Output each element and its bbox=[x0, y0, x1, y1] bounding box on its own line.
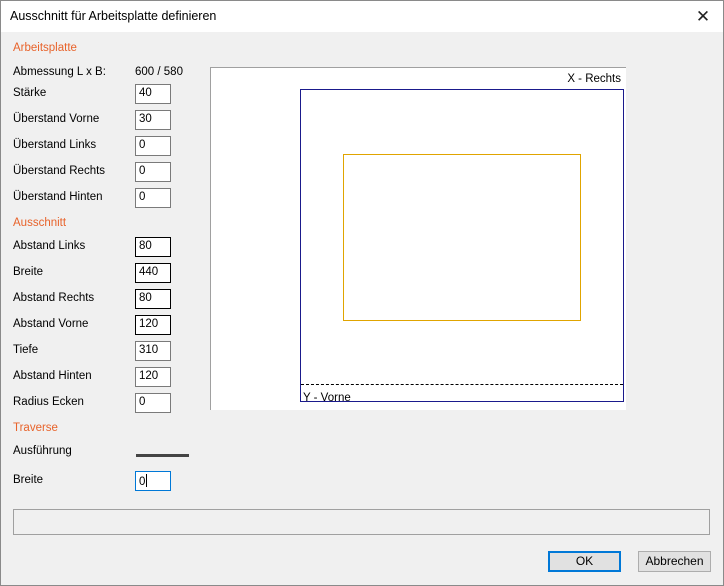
ausfuehrung-label: Ausführung bbox=[13, 445, 72, 457]
y-axis-label: Y - Vorne bbox=[303, 392, 351, 404]
abstand-hinten-label: Abstand Hinten bbox=[13, 370, 92, 382]
ueberstand-links-label: Überstand Links bbox=[13, 139, 97, 151]
abstand-rechts-input[interactable]: 80 bbox=[135, 289, 171, 309]
ueberstand-links-input[interactable]: 0 bbox=[135, 136, 171, 156]
abstand-links-label: Abstand Links bbox=[13, 240, 86, 252]
tiefe-label: Tiefe bbox=[13, 344, 39, 356]
abstand-hinten-input[interactable]: 120 bbox=[135, 367, 171, 387]
dialog-title: Ausschnitt für Arbeitsplatte definieren bbox=[10, 9, 217, 23]
title-bar: Ausschnitt für Arbeitsplatte definieren … bbox=[1, 1, 723, 32]
breite-label: Breite bbox=[13, 266, 44, 278]
section-traverse: Traverse bbox=[13, 422, 58, 434]
traverse-breite-input[interactable]: 0 bbox=[135, 471, 171, 491]
dialog-window: Ausschnitt für Arbeitsplatte definieren … bbox=[0, 0, 724, 586]
radius-ecken-input[interactable]: 0 bbox=[135, 393, 171, 413]
abmessung-value: 600 / 580 bbox=[135, 66, 183, 78]
ueberstand-vorne-input[interactable]: 30 bbox=[135, 110, 171, 130]
abstand-vorne-label: Abstand Vorne bbox=[13, 318, 89, 330]
staerke-label: Stärke bbox=[13, 87, 47, 99]
traverse-breite-value: 0 bbox=[139, 476, 146, 488]
section-arbeitsplatte: Arbeitsplatte bbox=[13, 42, 77, 54]
cutout-outline bbox=[343, 154, 581, 321]
x-axis-label: X - Rechts bbox=[567, 73, 621, 85]
ueberstand-hinten-label: Überstand Hinten bbox=[13, 191, 103, 203]
traverse-breite-label: Breite bbox=[13, 474, 44, 486]
staerke-input[interactable]: 40 bbox=[135, 84, 171, 104]
ok-button[interactable]: OK bbox=[548, 551, 621, 572]
front-edge-dashed-line bbox=[301, 384, 623, 385]
section-ausschnitt: Ausschnitt bbox=[13, 217, 67, 229]
abstand-vorne-input[interactable]: 120 bbox=[135, 315, 171, 335]
cancel-button[interactable]: Abbrechen bbox=[638, 551, 711, 572]
text-caret bbox=[146, 474, 148, 487]
close-icon[interactable]: ✕ bbox=[683, 1, 723, 32]
preview-canvas: X - Rechts Y - Vorne bbox=[210, 67, 626, 410]
tiefe-input[interactable]: 310 bbox=[135, 341, 171, 361]
radius-ecken-label: Radius Ecken bbox=[13, 396, 84, 408]
message-box bbox=[13, 509, 710, 535]
ueberstand-rechts-input[interactable]: 0 bbox=[135, 162, 171, 182]
abstand-rechts-label: Abstand Rechts bbox=[13, 292, 95, 304]
abstand-links-input[interactable]: 80 bbox=[135, 237, 171, 257]
ueberstand-vorne-label: Überstand Vorne bbox=[13, 113, 100, 125]
breite-input[interactable]: 440 bbox=[135, 263, 171, 283]
ueberstand-hinten-input[interactable]: 0 bbox=[135, 188, 171, 208]
ueberstand-rechts-label: Überstand Rechts bbox=[13, 165, 106, 177]
abmessung-label: Abmessung L x B: bbox=[13, 66, 106, 78]
ausfuehrung-line-selector[interactable] bbox=[136, 454, 189, 457]
